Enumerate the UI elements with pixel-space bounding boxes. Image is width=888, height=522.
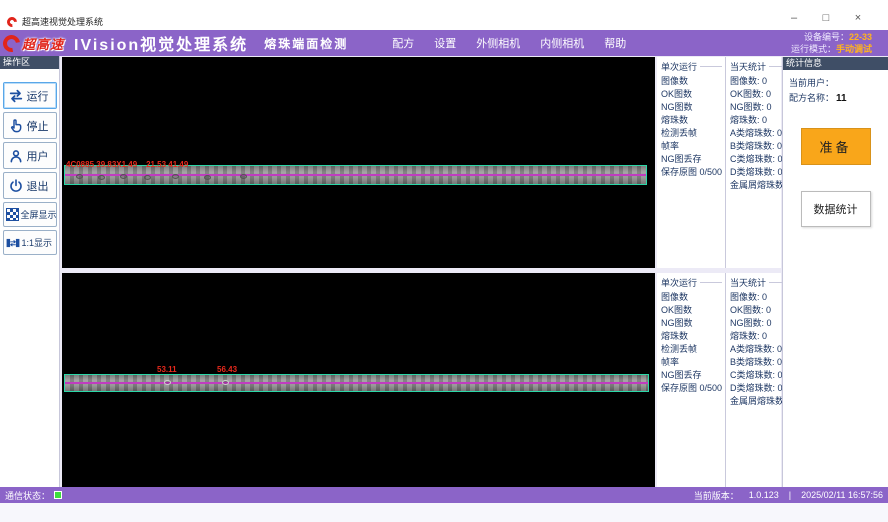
centerline [65, 174, 646, 176]
today-title: 当天统计 [730, 276, 766, 289]
defect-mark [98, 175, 105, 180]
fullscreen-dither-icon [6, 208, 19, 221]
menu-bar: 配方 设置 外侧相机 内侧相机 帮助 [392, 35, 626, 51]
hand-icon [8, 118, 24, 134]
exit-button-label: 退出 [27, 178, 49, 194]
single-run-column: 单次运行 图像数 OK图数 NG图数 熔珠数 检测丢帧 帧率 NG图丢存 保存原… [657, 57, 725, 268]
measurement-annotation: 56.43 [217, 365, 237, 374]
current-user-label: 当前用户： [789, 78, 834, 88]
defect-mark [144, 175, 151, 180]
stat-row: 帧率 [661, 142, 722, 151]
sync-icon [8, 88, 24, 104]
desktop-margin [0, 503, 888, 522]
info-panel-title: 统计信息 [783, 57, 888, 70]
stop-button[interactable]: 停止 [3, 112, 57, 139]
menu-item-help[interactable]: 帮助 [604, 35, 626, 51]
single-run-title: 单次运行 [661, 60, 697, 73]
defect-mark [222, 380, 229, 385]
run-mode-value: 手动调试 [836, 44, 872, 54]
comm-status-led-icon [54, 491, 62, 499]
single-run-column: 单次运行 图像数 OK图数 NG图数 熔珠数 检测丢帧 帧率 NG图丢存 保存原… [657, 273, 725, 487]
menu-item-recipe[interactable]: 配方 [392, 35, 414, 51]
app-subtitle: 熔珠端面检测 [264, 35, 348, 52]
stat-row: OK图数 [661, 90, 722, 99]
datetime: 2025/02/11 16:57:56 [801, 490, 883, 500]
run-button-label: 运行 [27, 88, 49, 104]
stat-row: 熔珠数 [661, 332, 722, 341]
defect-mark [204, 175, 211, 180]
app-logo-icon [5, 14, 19, 28]
today-title: 当天统计 [730, 60, 766, 73]
stat-row: NG图数 [661, 103, 722, 112]
app-header: 超高速 IVision视觉处理系统 熔珠端面检测 配方 设置 外侧相机 内侧相机… [0, 30, 888, 56]
stat-row: NG图丢存 [661, 371, 722, 380]
brand-name: 超高速 [22, 34, 64, 53]
stats-panel-inner: 单次运行 图像数 OK图数 NG图数 熔珠数 检测丢帧 帧率 NG图丢存 保存原… [657, 273, 781, 487]
camera-view-outer: 4C0885 39.83X1.49 21.53 41.49 [62, 57, 655, 268]
user-icon [8, 148, 24, 164]
version-label: 当前版本： [694, 489, 739, 502]
defect-mark [164, 380, 171, 385]
restore-icon[interactable]: □ [818, 12, 834, 24]
device-number-value: 22-33 [849, 32, 872, 42]
minimize-icon[interactable]: – [786, 12, 802, 24]
measurement-annotation: 4C0885 39.83X1.49 21.53 41.49 [66, 160, 188, 169]
centerline [65, 382, 648, 384]
defect-mark [120, 174, 127, 179]
measurement-annotation: 53.11 [157, 365, 177, 374]
stat-row: 帧率 [661, 358, 722, 367]
stop-button-label: 停止 [27, 118, 49, 134]
data-statistics-button[interactable]: 数据统计 [801, 191, 871, 227]
version-value: 1.0.123 [749, 490, 779, 500]
status-bar: 通信状态： 当前版本： 1.0.123 | 2025/02/11 16:57:5… [0, 487, 888, 503]
sidebar-title: 操作区 [0, 56, 59, 69]
window-title: 超高速视觉处理系统 [22, 15, 103, 28]
power-icon [8, 178, 24, 194]
stat-row: 图像数 [661, 77, 722, 86]
stat-row: 检测丢帧 [661, 129, 722, 138]
comm-status-label: 通信状态： [5, 489, 50, 502]
defect-mark [240, 174, 247, 179]
one-to-one-icon [6, 236, 20, 250]
app-title: IVision视觉处理系统 [74, 31, 248, 55]
stat-row: OK图数 [661, 306, 722, 315]
fullscreen-button-label: 全屏显示 [21, 208, 57, 221]
statistics-info-panel: 统计信息 当前用户： 配方名称：11 准备 数据统计 [782, 57, 888, 487]
window-titlebar: 超高速视觉处理系统 – □ × [0, 0, 888, 30]
user-button[interactable]: 用户 [3, 142, 57, 169]
stat-row: NG图数 [661, 319, 722, 328]
status-separator: | [789, 490, 791, 500]
stats-panel-outer: 单次运行 图像数 OK图数 NG图数 熔珠数 检测丢帧 帧率 NG图丢存 保存原… [657, 57, 781, 268]
stat-row: 保存原图 0/500 [661, 168, 722, 177]
menu-item-inner-camera[interactable]: 内侧相机 [540, 35, 584, 51]
defect-mark [172, 174, 179, 179]
camera-view-inner: 53.11 56.43 [62, 273, 655, 487]
user-button-label: 用户 [27, 148, 49, 164]
stat-row: 保存原图 0/500 [661, 384, 722, 393]
stat-row: 图像数 [661, 293, 722, 302]
run-mode-label: 运行模式： [791, 44, 836, 54]
one-to-one-button[interactable]: 1:1显示 [3, 230, 57, 255]
close-icon[interactable]: × [850, 12, 866, 24]
defect-mark [76, 174, 83, 179]
app-window: 超高速视觉处理系统 – □ × 超高速 IVision视觉处理系统 熔珠端面检测… [0, 0, 888, 522]
stat-row: NG图丢存 [661, 155, 722, 164]
operation-sidebar: 操作区 运行 停止 用户 [0, 56, 60, 487]
device-number-label: 设备编号： [804, 32, 849, 42]
stat-row: 检测丢帧 [661, 345, 722, 354]
device-info: 设备编号：22-33 运行模式：手动调试 [791, 31, 872, 55]
prepare-button[interactable]: 准备 [801, 128, 871, 165]
run-button[interactable]: 运行 [3, 82, 57, 109]
stat-row: 熔珠数 [661, 116, 722, 125]
menu-item-settings[interactable]: 设置 [434, 35, 456, 51]
menu-item-outer-camera[interactable]: 外侧相机 [476, 35, 520, 51]
recipe-name-value: 11 [836, 93, 847, 104]
brand-swoosh-icon [0, 31, 23, 55]
recipe-name-label: 配方名称： [789, 93, 834, 103]
single-run-title: 单次运行 [661, 276, 697, 289]
one-to-one-button-label: 1:1显示 [22, 236, 53, 249]
fullscreen-button[interactable]: 全屏显示 [3, 202, 57, 227]
exit-button[interactable]: 退出 [3, 172, 57, 199]
